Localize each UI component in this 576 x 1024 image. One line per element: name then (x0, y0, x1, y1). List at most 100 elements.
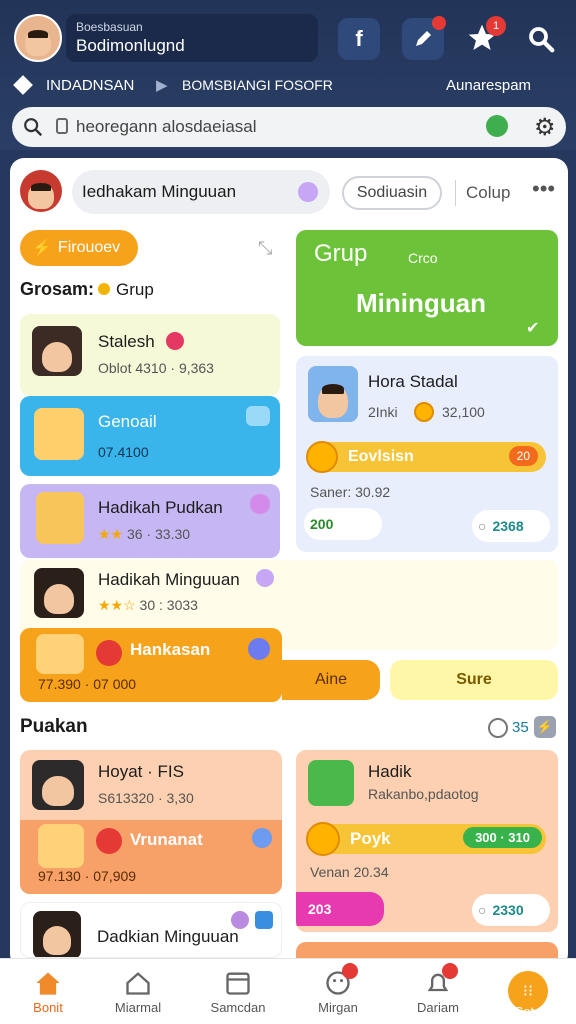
status-icon[interactable] (486, 115, 508, 137)
nav-grid[interactable]: ⁝⁝ Sote (480, 959, 576, 1024)
breadcrumb-left[interactable]: INDADNSAN (46, 77, 134, 94)
chevron-right-icon: ▶ (156, 77, 168, 94)
more-icon[interactable]: ••• (532, 176, 555, 202)
list-item[interactable]: Genoail 07.4100 (20, 396, 280, 476)
facebook-icon[interactable]: f (338, 18, 380, 60)
list-title: Vrunanat (130, 830, 203, 849)
chip-left[interactable]: 200 (304, 508, 382, 540)
search-button[interactable] (526, 24, 558, 56)
check-badge-icon (252, 828, 272, 848)
card-title: Hadik (368, 762, 412, 781)
list-title: Genoail (98, 412, 157, 431)
search-icon (529, 27, 555, 53)
feature-card[interactable]: Hadik Rakanbo,pdaotog Poyk 300 · 310 Ven… (296, 750, 558, 932)
list-item[interactable]: Hankasan 77.390 · 07 000 (20, 628, 282, 702)
tag-icon (246, 406, 270, 426)
chip-left[interactable]: 203 (296, 892, 384, 926)
card-thumb (308, 760, 354, 806)
next-card-peek (296, 942, 558, 958)
list-title: Hadikah Minguuan (98, 570, 240, 589)
banner-title: Grup (314, 240, 368, 267)
edit-icon[interactable] (231, 911, 249, 929)
expand-icon[interactable]: ⤡ (258, 238, 272, 259)
group-banner[interactable]: Grup Crco Mininguan ✔ (296, 230, 558, 346)
list-sub: ★★ 36 · 33.30 (98, 526, 191, 542)
breadcrumb-mid[interactable]: BOMSBIANGI FOSOFR (182, 77, 333, 93)
verified-icon (166, 332, 184, 350)
nav-house[interactable]: Miarmal (90, 959, 186, 1024)
orange-button[interactable]: Aine (282, 660, 380, 700)
bar-value: 20 (508, 446, 538, 466)
pencil-button[interactable] (402, 16, 446, 60)
divider (455, 180, 456, 206)
check-badge-icon (256, 569, 274, 587)
yellow-button[interactable]: Sure (390, 660, 558, 700)
coin-icon (414, 402, 434, 422)
chip-button[interactable]: Sodiuasin (342, 176, 442, 210)
search-placeholder: heoregann alosdaeiasal (76, 117, 257, 136)
user-name-box[interactable]: Boesbasuan Bodimonlugnd (66, 14, 318, 62)
column-link[interactable]: Colup (466, 183, 510, 203)
tag-pill[interactable]: ⚡ Firouoev (20, 230, 138, 266)
fire-icon (96, 640, 122, 666)
profile-card[interactable]: Hora Stadal 2Inki 32,100 Eovlsisn 20 San… (296, 356, 558, 552)
list-title: Hankasan (130, 640, 211, 659)
search-bar[interactable]: heoregann alosdaeiasal ⚙ (12, 107, 566, 147)
emoji-icon[interactable] (298, 182, 318, 202)
list-item[interactable]: Dadkian Minguuan (20, 902, 282, 958)
coin-icon (98, 283, 110, 295)
nav-home[interactable]: Bonit (0, 959, 96, 1024)
profile-avatar (308, 366, 358, 422)
section-title: Puakan (20, 716, 88, 737)
list-avatar (34, 568, 84, 618)
list-item[interactable]: Hadikah Pudkan ★★ 36 · 33.30 (20, 484, 280, 558)
calendar-icon (226, 971, 250, 995)
composer-avatar[interactable] (20, 170, 62, 212)
favorites-button[interactable]: 1 (466, 16, 506, 56)
group-label: Grosam: (20, 279, 95, 299)
list-sub: 07.4100 (98, 444, 149, 460)
list-sub: S613320 · 3,30 (98, 790, 194, 806)
list-item[interactable]: Hoyat · FIS S613320 · 3,30 Vrunanat 97.1… (20, 750, 282, 894)
banner-main: Mininguan (356, 288, 486, 318)
bottom-nav: Bonit Miarmal Samcdan Mirgan Dariam ⁝⁝ S… (0, 958, 576, 1024)
profile-name: Hora Stadal (368, 372, 458, 391)
username: Bodimonlugnd (76, 36, 185, 55)
list-thumb (36, 634, 84, 674)
list-avatar (33, 911, 81, 957)
stars-icon: ★★☆ (98, 597, 136, 613)
coin-icon (306, 441, 338, 473)
check-icon: ✔ (526, 320, 540, 337)
check-box-icon[interactable] (255, 911, 273, 929)
check-badge-icon (248, 638, 270, 660)
nav-smile[interactable]: Mirgan (290, 959, 386, 1024)
fire-icon (96, 828, 122, 854)
list-title: Hoyat · FIS (98, 762, 184, 781)
composer-input[interactable]: Iedhakam Minguuan (72, 170, 330, 214)
breadcrumb-right[interactable]: Aunarespam (446, 77, 531, 94)
banner-small: Crco (408, 250, 438, 266)
list-title: Hadikah Pudkan (98, 498, 223, 517)
profile-meta2: 32,100 (442, 404, 485, 420)
nav-calendar[interactable]: Samcdan (190, 959, 286, 1024)
saner-text: Saner: 30.92 (310, 484, 391, 500)
list-thumb (36, 492, 84, 544)
user-avatar[interactable] (14, 14, 62, 62)
username-top: Boesbasuan (76, 20, 143, 34)
chip-right[interactable]: ○ 2330 (472, 894, 550, 926)
progress-pill: Eovlsisn 20 (306, 441, 546, 473)
list-item[interactable]: Stalesh Oblot 4310 · 9,363 (20, 314, 280, 396)
chip-right[interactable]: ○ 2368 (472, 510, 550, 542)
pencil-icon (416, 31, 431, 46)
notification-badge: 1 (486, 16, 506, 36)
venan-text: Venan 20.34 (310, 864, 389, 880)
search-icon (24, 118, 43, 137)
gear-icon[interactable]: ⚙ (534, 113, 556, 142)
filter-icon[interactable]: ⚡ (534, 716, 556, 738)
stars-icon: ★★ (98, 526, 124, 542)
bar-value: 300 · 310 (463, 827, 542, 848)
coin-icon (306, 822, 340, 856)
nav-bell[interactable]: Dariam (390, 959, 486, 1024)
list-sub: 77.390 · 07 000 (38, 676, 137, 692)
check-badge-icon (250, 494, 270, 514)
